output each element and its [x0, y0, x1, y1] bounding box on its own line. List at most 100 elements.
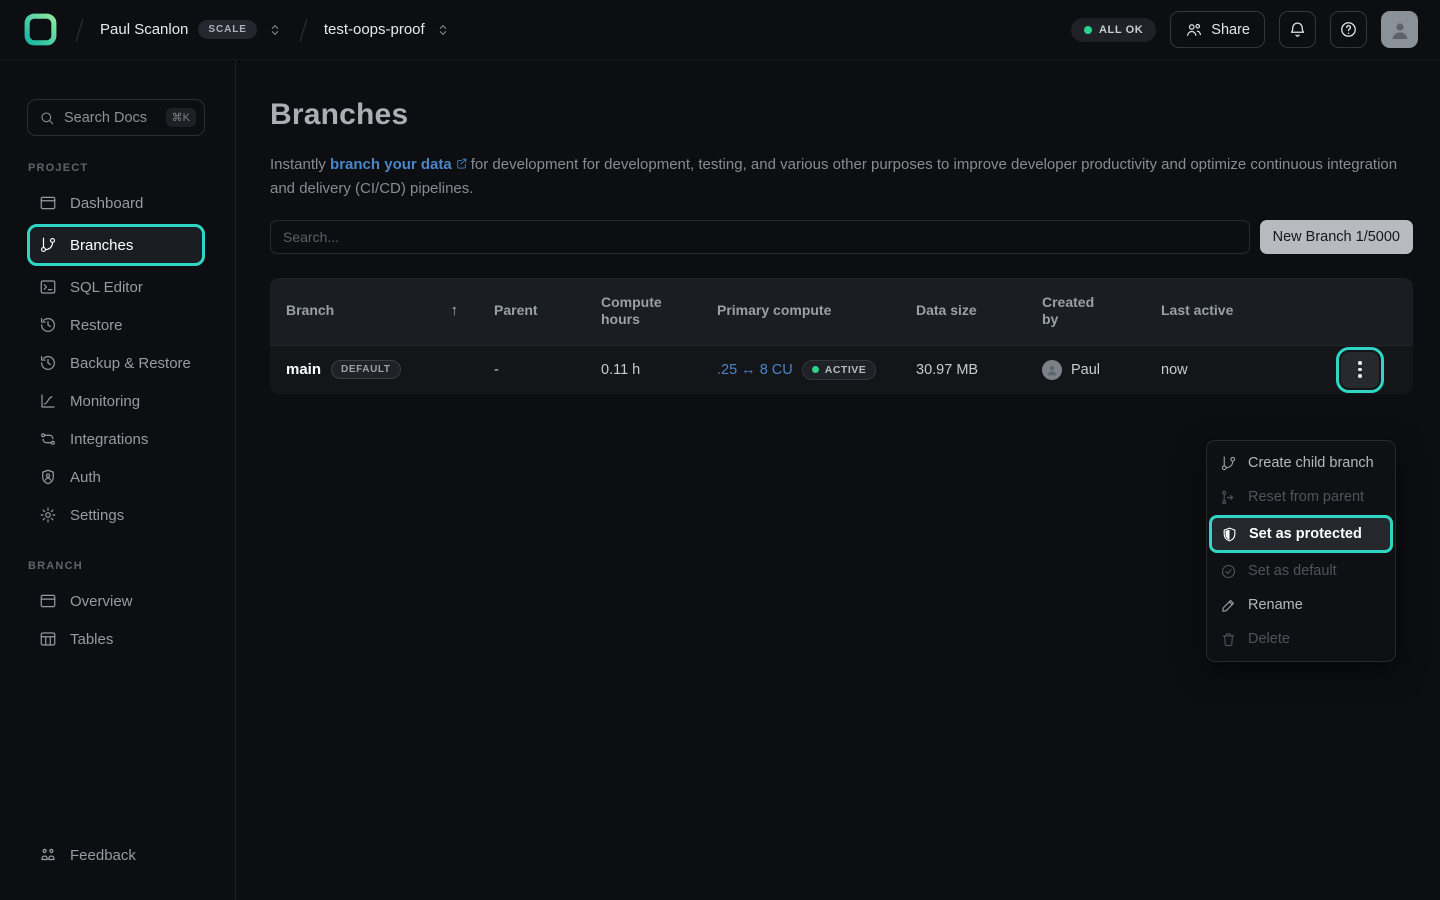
notifications-button[interactable] [1279, 11, 1316, 48]
org-selector[interactable]: Paul Scanlon SCALE [100, 20, 283, 39]
compute-hours-cell: 0.11 h [601, 362, 717, 378]
page-description: Instantly branch your data for developme… [270, 153, 1413, 201]
column-header-compute-hours[interactable]: Compute hours [601, 294, 717, 329]
sidebar-item-integrations[interactable]: Integrations [27, 420, 205, 458]
reset-branch-icon [1220, 489, 1237, 506]
menu-item-label: Create child branch [1248, 455, 1374, 471]
compute-status-badge: ACTIVE [802, 360, 877, 380]
sidebar-item-label: Integrations [70, 431, 148, 448]
table-header-row: Branch ↑ Parent Compute hours Primary co… [270, 278, 1413, 346]
sidebar-item-label: Restore [70, 317, 123, 334]
menu-item-label: Set as protected [1249, 526, 1362, 542]
sidebar-item-sql-editor[interactable]: SQL Editor [27, 268, 205, 306]
status-badge[interactable]: ALL OK [1071, 18, 1156, 42]
sidebar-item-label: Tables [70, 631, 113, 648]
sidebar-item-label: Dashboard [70, 195, 143, 212]
default-badge: DEFAULT [331, 360, 401, 379]
menu-item-rename[interactable]: Rename [1211, 588, 1391, 622]
project-nav: Dashboard Branches SQL Editor Restore [27, 184, 205, 534]
help-button[interactable] [1330, 11, 1367, 48]
bell-icon [1288, 20, 1307, 39]
menu-item-set-as-protected[interactable]: Set as protected [1209, 515, 1393, 553]
share-label: Share [1211, 22, 1250, 38]
column-header-last-active[interactable]: Last active [1161, 302, 1341, 320]
project-section-label: PROJECT [28, 162, 205, 174]
project-selector[interactable]: test-oops-proof [324, 21, 451, 38]
menu-item-create-child-branch[interactable]: Create child branch [1211, 446, 1391, 480]
gear-icon [39, 506, 57, 524]
sidebar-item-monitoring[interactable]: Monitoring [27, 382, 205, 420]
status-ok-dot [1084, 26, 1092, 34]
person-icon [1388, 18, 1412, 42]
avatar[interactable] [1381, 11, 1418, 48]
status-label: ALL OK [1099, 24, 1143, 36]
new-branch-button[interactable]: New Branch 1/5000 [1260, 220, 1413, 254]
main-content: Branches Instantly branch your data for … [236, 60, 1440, 900]
breadcrumb-separator [76, 18, 84, 41]
sidebar-item-label: Branches [70, 237, 133, 254]
compute-size-link[interactable]: .25 ↔ 8 CU [717, 362, 793, 378]
neon-logo-icon[interactable] [22, 11, 59, 48]
branch-name[interactable]: main [286, 361, 321, 378]
last-active-cell: now [1161, 362, 1341, 378]
branch-your-data-link[interactable]: branch your data [330, 156, 452, 173]
table-row[interactable]: main DEFAULT - 0.11 h .25 ↔ 8 CU ACTIVE … [270, 346, 1413, 394]
creator-name: Paul [1071, 362, 1100, 378]
org-plan-badge: SCALE [198, 20, 256, 39]
sidebar-item-branches[interactable]: Branches [27, 224, 205, 266]
sidebar-item-tables[interactable]: Tables [27, 620, 205, 658]
menu-item-reset-from-parent[interactable]: Reset from parent [1211, 480, 1391, 514]
search-docs-button[interactable]: Search Docs ⌘K [27, 99, 205, 136]
sidebar-item-backup-restore[interactable]: Backup & Restore [27, 344, 205, 382]
chevrons-up-down-icon [267, 22, 283, 38]
branch-cell: main DEFAULT [286, 360, 494, 379]
breadcrumb-separator [299, 18, 307, 41]
share-users-icon [1185, 21, 1203, 39]
sidebar-item-label: Feedback [70, 847, 136, 864]
menu-item-set-as-default[interactable]: Set as default [1211, 554, 1391, 588]
menu-item-label: Reset from parent [1248, 489, 1364, 505]
kebab-dot [1358, 361, 1362, 365]
column-header-created-by[interactable]: Created by [1042, 294, 1161, 329]
branch-search-input[interactable] [270, 220, 1250, 254]
row-actions-kebab-button[interactable] [1341, 352, 1379, 388]
top-header: Paul Scanlon SCALE test-oops-proof ALL O… [0, 0, 1440, 60]
column-header-primary-compute[interactable]: Primary compute [717, 302, 916, 320]
column-header-parent[interactable]: Parent [494, 302, 601, 320]
branches-table: Branch ↑ Parent Compute hours Primary co… [270, 278, 1413, 394]
description-text: Instantly [270, 156, 326, 173]
creator-avatar [1042, 360, 1062, 380]
branch-section-label: BRANCH [28, 560, 205, 572]
sort-arrow-icon[interactable]: ↑ [451, 302, 459, 321]
active-dot [812, 366, 819, 373]
share-button[interactable]: Share [1170, 11, 1265, 48]
shortcut-badge: ⌘K [166, 108, 196, 127]
external-link-icon [455, 154, 468, 177]
branches-toolbar: New Branch 1/5000 [270, 220, 1413, 254]
header-actions: ALL OK Share [1071, 11, 1418, 48]
sidebar-item-auth[interactable]: Auth [27, 458, 205, 496]
sidebar-item-settings[interactable]: Settings [27, 496, 205, 534]
menu-item-label: Set as default [1248, 563, 1337, 579]
tables-grid-icon [39, 630, 57, 648]
sidebar-item-feedback[interactable]: Feedback [27, 836, 206, 874]
backup-clock-icon [39, 354, 57, 372]
sidebar: Search Docs ⌘K PROJECT Dashboard Branche… [0, 60, 236, 900]
org-name: Paul Scanlon [100, 21, 188, 38]
column-header-data-size[interactable]: Data size [916, 302, 1042, 320]
sidebar-item-overview[interactable]: Overview [27, 582, 205, 620]
restore-clock-icon [39, 316, 57, 334]
overview-window-icon [39, 592, 57, 610]
sql-editor-icon [39, 278, 57, 296]
sidebar-item-dashboard[interactable]: Dashboard [27, 184, 205, 222]
chevrons-up-down-icon [435, 22, 451, 38]
sidebar-item-label: SQL Editor [70, 279, 143, 296]
column-header-branch[interactable]: Branch ↑ [286, 302, 494, 321]
menu-item-delete[interactable]: Delete [1211, 622, 1391, 656]
sidebar-item-label: Monitoring [70, 393, 140, 410]
sidebar-item-label: Settings [70, 507, 124, 524]
sidebar-item-restore[interactable]: Restore [27, 306, 205, 344]
primary-compute-cell: .25 ↔ 8 CU ACTIVE [717, 360, 916, 380]
git-branch-icon [1220, 455, 1237, 472]
help-icon [1339, 20, 1358, 39]
